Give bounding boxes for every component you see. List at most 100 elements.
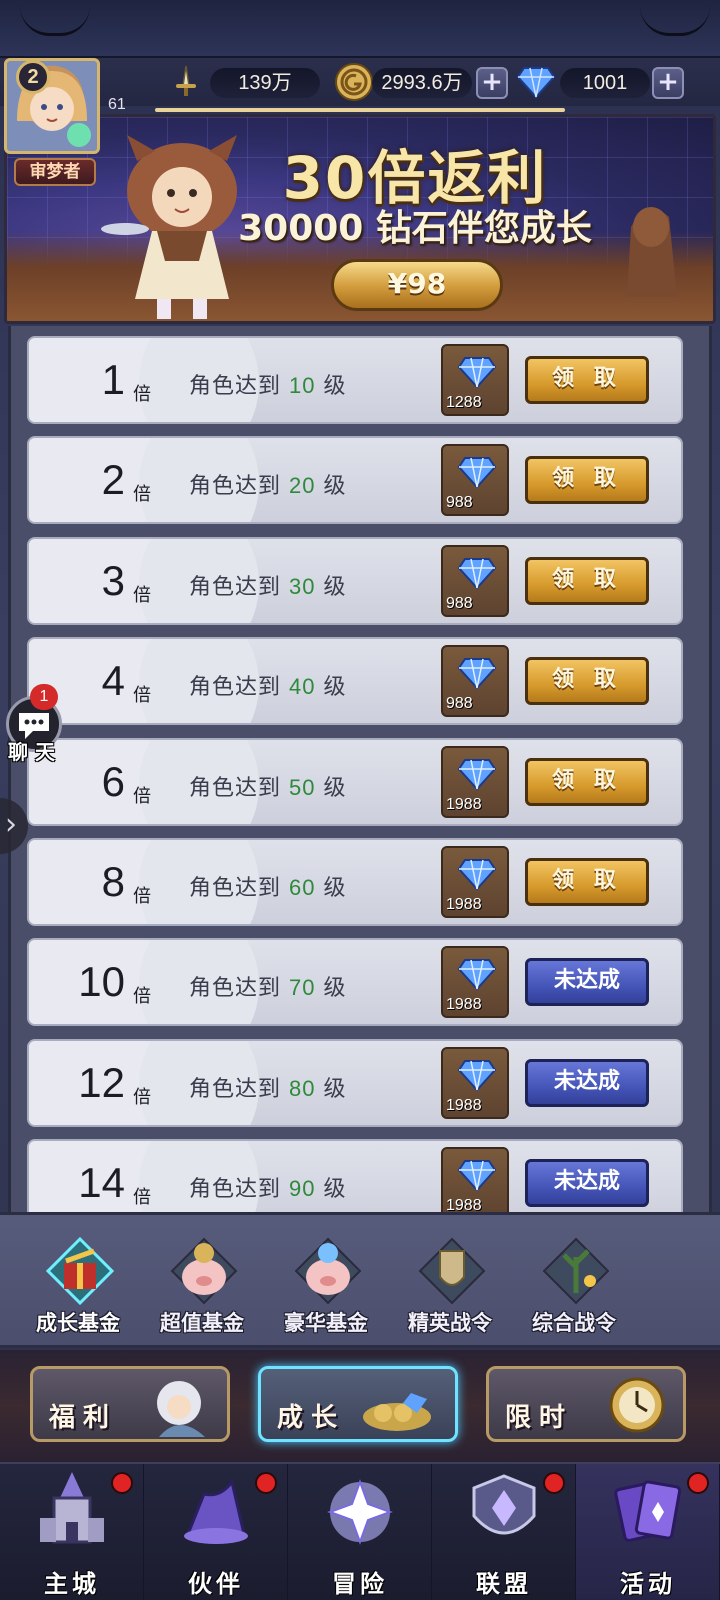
multiplier-number: 4 <box>101 657 125 705</box>
cards-icon <box>606 1468 690 1558</box>
multiplier: 14 倍 <box>49 1141 159 1212</box>
wizard-hat-icon <box>174 1468 258 1558</box>
reward-row: 1 倍角色达到 10 级 1288 领 取 <box>27 336 683 424</box>
reward-item[interactable]: 1988 <box>441 1046 509 1119</box>
multiplier: 4倍 <box>49 639 159 723</box>
condition-text: 角色达到 60 级 <box>189 870 347 902</box>
fund-tab-label: 精英战令 <box>408 1311 492 1335</box>
fund-tab-3[interactable]: 精英战令 <box>390 1229 510 1349</box>
multiplier-unit: 倍 <box>133 384 151 405</box>
combo-pass-tree-icon <box>542 1237 610 1305</box>
diamond-icon <box>457 1057 497 1097</box>
reward-item[interactable]: 1988 <box>441 846 509 918</box>
condition-prefix: 角色达到 <box>189 876 282 901</box>
reward-item[interactable]: 1988 <box>441 946 509 1019</box>
tab-artwork <box>575 1373 675 1437</box>
reward-item[interactable]: 1988 <box>441 745 509 818</box>
reward-quantity: 1988 <box>446 1197 482 1212</box>
decor-branch <box>640 6 710 36</box>
multiplier-unit: 倍 <box>133 1187 151 1209</box>
value-fund-pig-icon <box>170 1237 238 1305</box>
add-diamond-button[interactable]: + <box>652 67 684 99</box>
tab-welfare[interactable]: 福利 <box>30 1366 230 1442</box>
nav-label: 联盟 <box>476 1570 532 1598</box>
notification-dot <box>543 1472 565 1494</box>
reward-item[interactable]: 988 <box>441 645 509 718</box>
condition-prefix: 角色达到 <box>189 1076 282 1102</box>
not-achieved-button[interactable]: 未达成 <box>525 958 649 1007</box>
claim-button[interactable]: 领 取 <box>525 556 649 605</box>
condition-suffix: 级 <box>323 374 347 399</box>
condition-text: 角色达到 90 级 <box>189 1171 347 1203</box>
category-tab-label: 限时 <box>505 1403 574 1433</box>
reward-row: 2 倍角色达到 20 级 988 领 取 <box>27 436 683 525</box>
nav-item-4[interactable]: 活动 <box>576 1464 720 1600</box>
condition-text: 角色达到 30 级 <box>189 569 347 601</box>
reward-quantity: 988 <box>446 695 473 713</box>
condition-suffix: 级 <box>323 574 347 600</box>
condition-suffix: 级 <box>323 876 347 901</box>
reward-item[interactable]: 1988 <box>441 1147 509 1212</box>
nav-item-2[interactable]: 冒险 <box>288 1464 432 1600</box>
claim-button[interactable]: 领 取 <box>525 356 649 404</box>
fund-tab-1[interactable]: 超值基金 <box>142 1229 262 1349</box>
claim-button[interactable]: 领 取 <box>525 456 649 505</box>
nav-item-3[interactable]: 联盟 <box>432 1464 576 1600</box>
multiplier-unit: 倍 <box>133 986 151 1008</box>
luxury-fund-pig-icon <box>294 1237 362 1305</box>
reward-row: 10 倍 角色达到 70 级 1988 未达成 <box>27 938 683 1027</box>
diamond-icon <box>457 454 497 494</box>
diamond-icon <box>516 62 556 102</box>
condition-suffix: 级 <box>323 675 347 701</box>
condition-prefix: 角色达到 <box>189 1177 282 1203</box>
condition-level: 30 <box>289 573 316 599</box>
condition-text: 角色达到 20 级 <box>189 468 347 500</box>
reward-row: 12 倍 角色达到 80 级 1988 未达成 <box>27 1038 683 1127</box>
gold-coin-icon <box>334 62 374 102</box>
diamond-value: 1001 <box>560 68 650 98</box>
growth-fund-gift-icon <box>45 1236 115 1306</box>
reward-item[interactable]: 988 <box>441 444 509 517</box>
reward-list[interactable]: 1 倍角色达到 10 级 1288 领 取 2 倍角色达到 20 级 988 领 取 3 倍角色达… <box>8 326 712 1212</box>
multiplier: 2倍 <box>49 438 159 522</box>
exp-progress-bar <box>155 108 565 112</box>
claim-button[interactable]: 领 取 <box>525 858 649 906</box>
tab-growth[interactable]: 成长 <box>258 1366 458 1442</box>
bottom-nav: 主城 伙伴 冒险 联盟 活动 <box>0 1462 720 1600</box>
tab-limited[interactable]: 限时 <box>486 1366 686 1442</box>
reward-item[interactable]: 988 <box>441 544 509 617</box>
sword-icon <box>166 62 206 102</box>
fund-tab-label: 综合战令 <box>532 1311 616 1335</box>
chat-label: 聊 天 <box>8 740 55 764</box>
fund-tab-label: 成长基金 <box>36 1311 120 1335</box>
multiplier: 12 倍 <box>49 1041 159 1125</box>
claim-button[interactable]: 领 取 <box>525 657 649 706</box>
player-exp: 61 <box>108 96 126 113</box>
reward-quantity: 1988 <box>446 1096 482 1114</box>
diamond-icon <box>457 956 497 996</box>
reward-quantity: 1988 <box>446 896 482 913</box>
promo-banner: 30倍返利 30000 钻石伴您成长 ¥98 <box>4 114 716 324</box>
fund-tab-4[interactable]: 综合战令 <box>514 1229 634 1349</box>
condition-text: 角色达到 50 级 <box>189 770 347 802</box>
add-gold-button[interactable]: + <box>476 67 508 99</box>
category-tab-bar: 福利 成长 限时 <box>0 1350 720 1462</box>
multiplier-number: 2 <box>101 456 125 504</box>
condition-suffix: 级 <box>323 474 347 500</box>
claim-button[interactable]: 领 取 <box>525 757 649 806</box>
not-achieved-button[interactable]: 未达成 <box>525 1159 649 1208</box>
reward-item[interactable]: 1288 <box>441 344 509 416</box>
diamond-icon <box>457 555 497 595</box>
multiplier: 8倍 <box>49 840 159 924</box>
nav-item-0[interactable]: 主城 <box>0 1464 144 1600</box>
power-value: 139万 <box>210 68 320 98</box>
not-achieved-button[interactable]: 未达成 <box>525 1058 649 1107</box>
notification-dot <box>255 1472 277 1494</box>
purchase-button[interactable]: ¥98 <box>331 259 503 311</box>
fund-tab-0[interactable]: 成长基金 <box>18 1229 138 1349</box>
nav-item-1[interactable]: 伙伴 <box>144 1464 288 1600</box>
multiplier-number: 3 <box>101 556 125 604</box>
fund-tab-2[interactable]: 豪华基金 <box>266 1229 386 1349</box>
multiplier-number: 12 <box>78 1058 125 1106</box>
multiplier-unit: 倍 <box>133 484 151 506</box>
